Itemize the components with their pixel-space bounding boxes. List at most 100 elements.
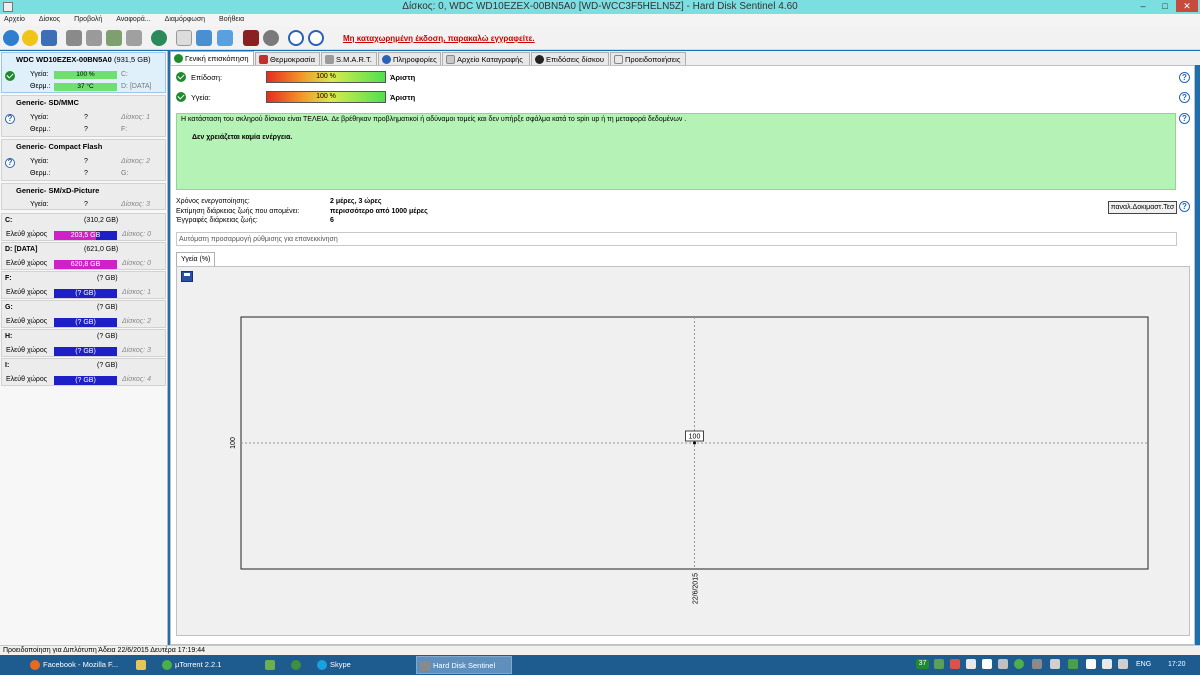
tray-icon[interactable] [950,659,960,669]
performance-bar: 100 % [266,71,386,83]
task-firefox[interactable]: Facebook - Mozilla F... [27,656,127,674]
disk-3-entry[interactable]: Generic- SM/xD-Picture Υγεία: ? Δίσκος: … [1,183,166,210]
tray-icon[interactable] [1014,659,1024,669]
y-tick-label: 100 [230,437,237,449]
task-explorer[interactable] [133,656,153,674]
disk-test-icon[interactable] [86,30,102,46]
volume-free-label: Ελεύθ χώρος [6,376,48,383]
menu-report[interactable]: Αναφορά... [112,14,150,26]
overview-panel: Επίδοση: 100 % Άριστη ? Υγεία: 100 % Άρι… [170,65,1195,645]
disk-1-temp-value: ? [84,126,88,133]
volume-h[interactable]: H: (? GB) Ελεύθ χώρος (? GB) Δίσκος: 3 [1,329,166,357]
minimize-button[interactable]: – [1132,0,1154,12]
disk-1-entry[interactable]: Generic- SD/MMC ? Υγεία: ? Δίσκος: 1 Θερ… [1,95,166,137]
task-app-2[interactable] [288,656,308,674]
volume-i[interactable]: I: (? GB) Ελεύθ χώρος (? GB) Δίσκος: 4 [1,358,166,386]
disk-settings-icon[interactable] [126,30,142,46]
menu-file[interactable]: Αρχείο [0,14,25,26]
task-skype[interactable]: Skype [314,656,409,674]
utorrent-icon [162,660,172,670]
tab-overview[interactable]: Γενική επισκόπηση [170,51,254,65]
flag-icon[interactable] [1118,659,1128,669]
task-app-1[interactable] [262,656,282,674]
volume-free-bar: (? GB) [54,289,117,298]
volume-free-label: Ελεύθ χώρος [6,347,48,354]
volume-free-bar: (? GB) [54,347,117,356]
monitor-icon[interactable] [243,30,259,46]
volume-size: (? GB) [97,362,118,369]
copy-icon[interactable] [196,30,212,46]
volume-c[interactable]: C: (310,2 GB) Ελεύθ χώρος 203,5 GB Δίσκο… [1,213,166,241]
volume-drive: H: [5,333,13,340]
tab-alerts[interactable]: Προειδοποιήσεις [610,52,686,65]
help-icon[interactable]: ? [1179,72,1190,83]
close-button[interactable]: ✕ [1176,0,1198,12]
registration-link[interactable]: Μη καταχωρημένη έκδοση, παρακαλώ εγγραφε… [343,34,535,43]
refresh-icon[interactable] [3,30,19,46]
tab-disk-performance[interactable]: Επιδόσεις δίσκου [531,52,609,65]
volume-d[interactable]: D: [DATA] (621,0 GB) Ελεύθ χώρος 620,8 G… [1,242,166,270]
volume-g[interactable]: G: (? GB) Ελεύθ χώρος (? GB) Δίσκος: 2 [1,300,166,328]
menu-view[interactable]: Προβολή [70,14,102,26]
tab-temperature[interactable]: Θερμοκρασία [255,52,320,65]
help-icon[interactable] [288,30,304,46]
hdsentinel-tray-icon[interactable]: 37 [916,659,929,669]
menu-disk[interactable]: Δίσκος [35,14,60,26]
clock[interactable]: 17:20 [1168,661,1186,668]
task-hard-disk-sentinel[interactable]: Hard Disk Sentinel [416,656,512,674]
tray-icon[interactable] [1068,659,1078,669]
left-panel: WDC WD10EZEX-00BN5A0 (931,5 GB) Υγεία: 1… [0,51,168,645]
volume-icon[interactable] [1102,659,1112,669]
help-icon[interactable]: ? [1179,113,1190,124]
disk-2-number: Δίσκος: 2 [121,158,150,165]
disk-2-entry[interactable]: Generic- Compact Flash ? Υγεία: ? Δίσκος… [1,139,166,181]
retest-button[interactable]: παναλ.Δοκιμαστ.Τεσ [1108,201,1177,214]
disk-0-entry[interactable]: WDC WD10EZEX-00BN5A0 (931,5 GB) Υγεία: 1… [1,52,166,93]
menu-configuration[interactable]: Διαμόρφωση [161,14,205,26]
tray-icon[interactable] [1050,659,1060,669]
volume-f[interactable]: F: (? GB) Ελεύθ χώρος (? GB) Δίσκος: 1 [1,271,166,299]
send-icon[interactable] [217,30,233,46]
help-icon[interactable]: ? [1179,92,1190,103]
tab-information[interactable]: Πληροφορίες [378,52,441,65]
document-icon[interactable] [176,30,192,46]
tray-icon[interactable] [998,659,1008,669]
volume-free-label: Ελεύθ χώρος [6,260,48,267]
info-icon[interactable] [308,30,324,46]
disk-3-number: Δίσκος: 3 [121,201,150,208]
disk-0-drive-d: D: [DATA] [121,83,152,90]
volume-free-label: Ελεύθ χώρος [6,289,48,296]
auto-adjust-field[interactable]: Αυτόματη προσαρμογή ρύθμισης για επανεκκ… [176,232,1177,246]
volume-free-bar: 203,5 GB [54,231,117,240]
help-icon[interactable]: ? [1179,201,1190,212]
volume-drive: F: [5,275,12,282]
disk-0-temp-bar: 37 °C [54,83,117,91]
report-icon[interactable] [41,30,57,46]
globe-icon[interactable] [151,30,167,46]
data-point [693,441,696,445]
volume-disk: Δίσκος: 0 [122,260,151,267]
menu-help[interactable]: Βοήθεια [215,14,244,26]
disk-0-header: WDC WD10EZEX-00BN5A0 (931,5 GB) [2,53,165,65]
language-indicator[interactable]: ENG [1136,661,1151,668]
gear-icon[interactable] [263,30,279,46]
tray-icon[interactable] [966,659,976,669]
tray-icon[interactable] [934,659,944,669]
health-chart: 100 22/6/2015 100 [230,316,1149,604]
tab-health-chart[interactable]: Υγεία (%) [176,252,216,266]
task-utorrent[interactable]: µTorrent 2.2.1 [159,656,254,674]
volume-drive: D: [DATA] [5,246,38,253]
tray-icon[interactable] [1032,659,1042,669]
disk-tool-icon[interactable] [66,30,82,46]
network-icon[interactable] [1086,659,1096,669]
maximize-button[interactable]: □ [1154,0,1176,12]
tab-log[interactable]: Αρχείο Καταγραφής [442,52,530,65]
disk-check-icon[interactable] [106,30,122,46]
volume-disk: Δίσκος: 3 [122,347,151,354]
disk-1-health-label: Υγεία: [30,114,49,121]
disk-0-health-label: Υγεία: [30,71,49,78]
tab-smart[interactable]: S.M.A.R.T. [321,52,377,65]
alert-icon[interactable] [22,30,38,46]
volume-disk: Δίσκος: 4 [122,376,151,383]
tray-icon[interactable] [982,659,992,669]
